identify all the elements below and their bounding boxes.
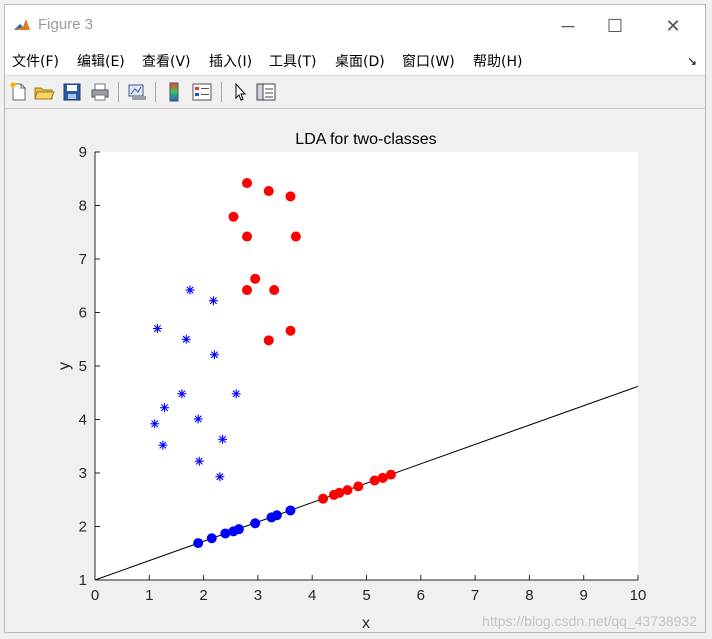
print-icon[interactable] — [89, 81, 111, 103]
toolbar-separator — [155, 82, 156, 102]
watermark: https://blog.csdn.net/qq_43738932 — [482, 613, 697, 629]
x-tick-label: 2 — [199, 587, 207, 604]
dock-arrow-icon[interactable]: ↘ — [687, 54, 697, 68]
data-point-series-2 — [285, 505, 296, 516]
link-plot-icon[interactable] — [126, 81, 148, 103]
y-tick-label: 7 — [79, 251, 87, 268]
data-point-series-1 — [242, 178, 253, 189]
plot-background — [95, 152, 638, 580]
data-point-series-0 — [185, 285, 195, 295]
minimize-button[interactable]: ─ — [545, 11, 591, 41]
data-point-series-0 — [209, 350, 219, 360]
data-point-series-2 — [193, 538, 204, 549]
menu-file[interactable]: 文件(F) — [12, 51, 59, 71]
data-point-series-1 — [228, 211, 239, 222]
y-tick-label: 4 — [79, 412, 87, 429]
save-icon[interactable] — [61, 81, 83, 103]
x-tick-label: 6 — [417, 587, 425, 604]
data-point-series-3 — [385, 469, 396, 480]
open-folder-icon[interactable] — [33, 81, 55, 103]
data-point-series-1 — [285, 325, 296, 336]
x-tick-label: 1 — [145, 587, 153, 604]
chart-title: LDA for two-classes — [295, 131, 436, 148]
title-bar[interactable]: Figure 3 ─ ☐ ✕ — [5, 5, 705, 43]
data-point-series-1 — [269, 285, 280, 296]
maximize-button[interactable]: ☐ — [592, 11, 638, 41]
data-point-series-0 — [194, 456, 204, 466]
toolbar-separator — [118, 82, 119, 102]
colorbar-icon[interactable] — [163, 81, 185, 103]
data-point-series-1 — [250, 273, 261, 284]
data-point-series-0 — [177, 389, 187, 399]
new-file-icon[interactable] — [8, 81, 30, 103]
data-point-series-1 — [263, 186, 274, 197]
legend-icon[interactable] — [191, 81, 213, 103]
x-axis-label: x — [362, 615, 370, 632]
figure-canvas: LDA for two-classes 0 1 2 3 4 5 6 7 8 9 10 1 2 3 4 5 6 7 8… — [5, 109, 705, 632]
data-point-series-1 — [242, 231, 253, 242]
x-tick-label: 3 — [254, 587, 262, 604]
data-point-series-1 — [290, 231, 301, 242]
close-button[interactable]: ✕ — [650, 11, 696, 41]
toolbar-separator — [221, 82, 222, 102]
y-axis-label: y — [56, 362, 73, 370]
data-point-series-1 — [285, 191, 296, 202]
data-point-series-0 — [215, 472, 225, 482]
menu-window[interactable]: 窗口(W) — [402, 51, 455, 71]
x-tick-label: 0 — [91, 587, 99, 604]
data-point-series-1 — [242, 285, 253, 296]
property-inspector-icon[interactable] — [255, 81, 277, 103]
data-point-series-0 — [208, 296, 218, 306]
data-point-series-0 — [218, 434, 228, 444]
data-point-series-3 — [342, 485, 353, 496]
menu-desktop[interactable]: 桌面(D) — [335, 51, 385, 71]
menu-edit[interactable]: 编辑(E) — [77, 51, 125, 71]
data-point-series-3 — [318, 493, 329, 504]
data-point-series-2 — [233, 524, 244, 535]
x-tick-label: 10 — [630, 587, 647, 604]
menu-tools[interactable]: 工具(T) — [269, 51, 316, 71]
data-point-series-2 — [206, 533, 217, 544]
x-tick-label: 7 — [471, 587, 479, 604]
window-title: Figure 3 — [38, 16, 94, 33]
data-point-series-3 — [353, 481, 364, 492]
data-point-series-1 — [263, 335, 274, 346]
data-point-series-0 — [152, 324, 162, 334]
y-tick-label: 9 — [79, 144, 87, 161]
data-point-series-0 — [193, 414, 203, 424]
lda-scatter-chart: LDA for two-classes 0 1 2 3 4 5 6 7 8 9 1012345678… — [56, 131, 697, 632]
x-tick-label: 8 — [525, 587, 533, 604]
data-point-series-0 — [150, 419, 160, 429]
x-tick-label: 4 — [308, 587, 316, 604]
menu-help[interactable]: 帮助(H) — [473, 51, 522, 71]
data-point-series-0 — [160, 403, 170, 413]
toolbar — [5, 76, 705, 109]
y-tick-label: 5 — [79, 358, 87, 375]
menu-insert[interactable]: 插入(I) — [209, 51, 252, 71]
data-point-series-0 — [181, 334, 191, 344]
y-tick-label: 2 — [79, 519, 87, 536]
y-tick-label: 8 — [79, 198, 87, 215]
data-point-series-0 — [158, 440, 168, 450]
x-tick-label: 9 — [580, 587, 588, 604]
pointer-icon[interactable] — [229, 81, 251, 103]
menu-bar: 文件(F) 编辑(E) 查看(V) 插入(I) 工具(T) 桌面(D) 窗口(W… — [5, 43, 705, 76]
data-point-series-2 — [250, 518, 261, 529]
data-point-series-2 — [271, 510, 282, 521]
menu-view[interactable]: 查看(V) — [142, 51, 191, 71]
data-point-series-0 — [231, 389, 241, 399]
figure-window: Figure 3 ─ ☐ ✕ 文件(F) 编辑(E) 查看(V) 插入(I) 工… — [4, 4, 706, 633]
matlab-icon — [13, 16, 31, 34]
y-tick-label: 3 — [79, 465, 87, 482]
y-tick-label: 6 — [79, 305, 87, 322]
y-tick-label: 1 — [79, 572, 87, 589]
x-tick-label: 5 — [362, 587, 370, 604]
